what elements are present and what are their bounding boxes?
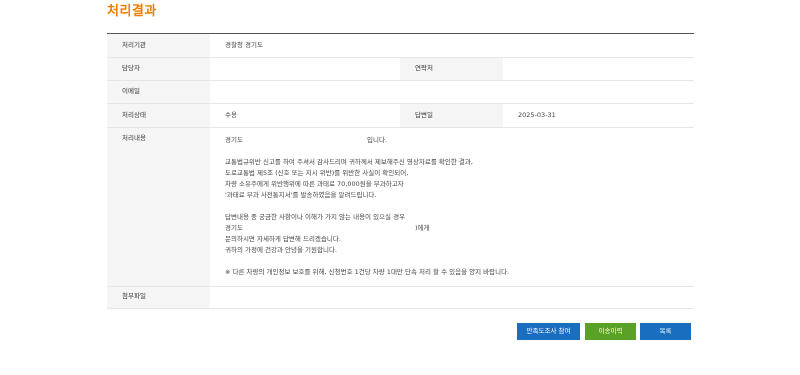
content-line-1: 교통법규위반 신고를 하여 주셔서 감사드리며 귀하께서 제보해주신 영상자료를… [225, 157, 473, 166]
contact-value [503, 57, 695, 82]
manager-row: 담당자 연락처 [107, 57, 695, 82]
contact-agency: 경기도 [225, 223, 243, 232]
attachment-row: 첨부파일 [107, 286, 695, 309]
content-line-2: 도로교통법 제5조 (신호 또는 지시 위반)를 위반한 사실이 확인되어, [225, 168, 409, 177]
answer-date-value: 2025-03-31 [503, 103, 695, 128]
transfer-history-button[interactable]: 이송이력 [585, 323, 636, 340]
answer-date-label: 답변일 [400, 103, 503, 128]
survey-button[interactable]: 만족도조사 참여 [517, 323, 580, 340]
content-line-4: '과태료 부과 사전통지서'를 발송하였음을 알려드립니다. [225, 190, 377, 199]
greeting-line: 경기도 입니다. [225, 135, 694, 146]
content-row: 처리내용 경기도 입니다. 교통법규위반 신고를 하여 주셔서 감사드리며 귀하… [107, 127, 695, 287]
agency-label: 처리기관 [107, 34, 210, 58]
greeting-suffix: 입니다. [367, 135, 388, 144]
attachment-label: 첨부파일 [107, 286, 210, 309]
result-page: 처리결과 처리기관 경찰청 경기도 담당자 연락처 이메일 처리상태 수용 답변… [0, 0, 800, 375]
content-line-5: 답변내용 중 궁금한 사항이나 이해가 가지 않는 내용이 있으실 경우 [225, 212, 406, 221]
email-value [210, 80, 695, 105]
content-line-6: 경기도 )에게 [225, 223, 694, 234]
status-label: 처리상태 [107, 103, 210, 128]
content-body: 경기도 입니다. 교통법규위반 신고를 하여 주셔서 감사드리며 귀하께서 제보… [210, 127, 695, 287]
list-button[interactable]: 목록 [640, 323, 691, 340]
agency-row: 처리기관 경찰청 경기도 [107, 34, 695, 58]
manager-label: 담당자 [107, 57, 210, 82]
attachment-value [210, 286, 695, 309]
notice-text: ※ 다른 차량의 개인정보 보호를 위해, 신청번호 1건당 차량 1대만 단속… [225, 267, 510, 276]
contact-suffix: )에게 [415, 223, 430, 232]
content-label: 처리내용 [107, 127, 210, 287]
content-line-3: 차량 소유주에게 위반행위에 따른 과태료 70,000원을 부과하고자 [225, 179, 404, 188]
contact-label: 연락처 [400, 57, 503, 82]
agency-value: 경찰청 경기도 [210, 34, 695, 58]
manager-value [210, 57, 400, 82]
email-label: 이메일 [107, 80, 210, 105]
status-value: 수용 [210, 103, 400, 128]
section-title: 처리결과 [107, 4, 157, 19]
email-row: 이메일 [107, 80, 695, 105]
content-line-8: 귀하의 가정에 건강과 안녕을 기원합니다. [225, 245, 337, 254]
content-line-7: 문의하시면 자세하게 답변해 드리겠습니다. [225, 234, 341, 243]
result-table: 처리기관 경찰청 경기도 담당자 연락처 이메일 처리상태 수용 답변일 202… [107, 33, 695, 309]
greeting-agency: 경기도 [225, 135, 243, 144]
status-row: 처리상태 수용 답변일 2025-03-31 [107, 103, 695, 128]
